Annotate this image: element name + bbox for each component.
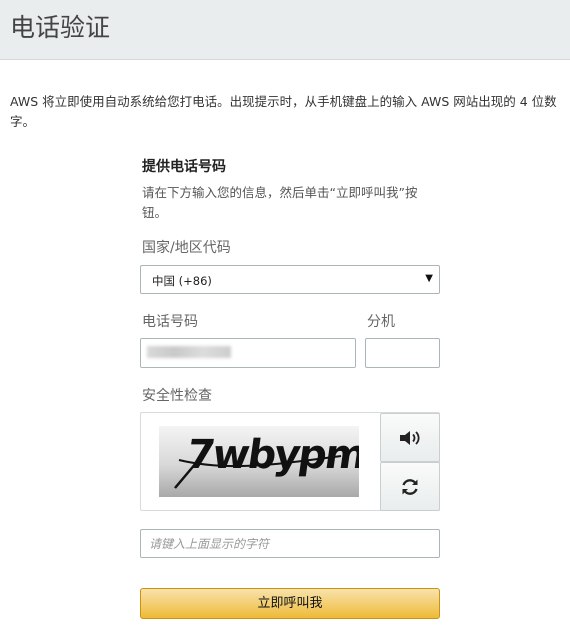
extension-label: 分机 [367,314,395,330]
audio-captcha-button[interactable] [380,413,440,462]
speaker-icon [400,430,420,445]
extension-input[interactable] [365,338,440,368]
call-me-button[interactable]: 立即呼叫我 [140,588,440,619]
caret-down-icon: ▼ [425,273,433,284]
captcha-image: 7wbypm [159,426,359,497]
captcha-noise-lines [174,449,342,489]
refresh-icon [402,478,418,495]
intro-text: AWS 将立即使用自动系统给您打电话。出现提示时，从手机键盘上的输入 AWS 网… [10,94,557,129]
security-check-label: 安全性检查 [142,388,212,404]
phone-label: 电话号码 [142,314,198,330]
section-title: 提供电话号码 [142,159,226,175]
refresh-captcha-button[interactable] [380,462,440,511]
page-title: 电话验证 [10,13,111,42]
country-select-value: 中国 (+86) [152,274,212,288]
captcha-input[interactable] [140,529,440,558]
page-header: 电话验证 [0,0,570,60]
section-description: 请在下方输入您的信息，然后单击“立即呼叫我”按钮。 [142,185,418,220]
phone-number-redacted [147,346,231,358]
country-select[interactable]: 中国 (+86) ▼ [140,265,440,294]
country-label: 国家/地区代码 [142,240,231,256]
